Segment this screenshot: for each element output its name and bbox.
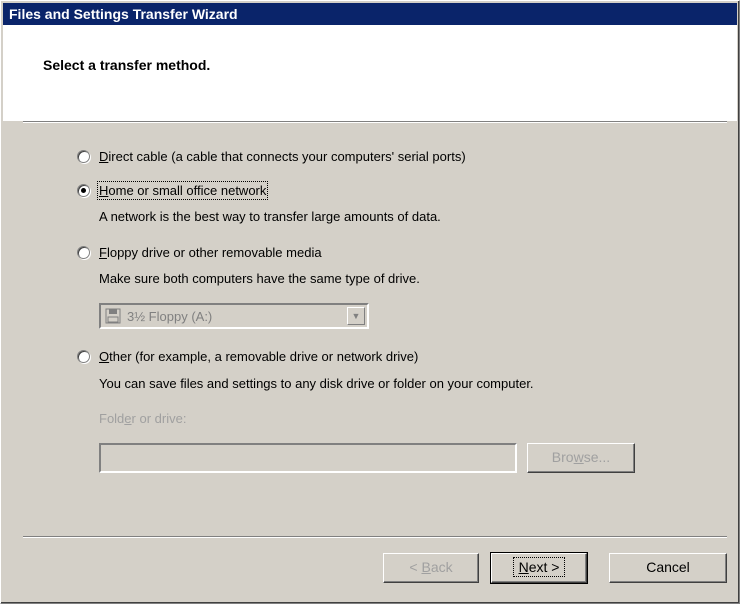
footer-divider <box>23 536 727 538</box>
radio-label[interactable]: Home or small office network <box>96 181 269 200</box>
title-bar: Files and Settings Transfer Wizard <box>3 3 737 25</box>
page-title: Select a transfer method. <box>43 57 211 73</box>
header-divider <box>23 121 727 123</box>
radio-label[interactable]: Floppy drive or other removable media <box>99 245 322 260</box>
folder-input[interactable] <box>99 443 517 473</box>
cancel-button[interactable]: Cancel <box>609 553 727 583</box>
radio-button[interactable] <box>77 246 90 259</box>
chevron-down-icon[interactable]: ▼ <box>347 307 365 325</box>
option-description: You can save files and settings to any d… <box>99 376 534 391</box>
browse-button[interactable]: Browse... <box>527 443 635 473</box>
radio-label[interactable]: Other (for example, a removable drive or… <box>99 349 418 364</box>
drive-select[interactable]: 3½ Floppy (A:) ▼ <box>99 303 369 329</box>
drive-select-value: 3½ Floppy (A:) <box>127 309 213 324</box>
folder-label: Folder or drive: <box>99 411 187 426</box>
wizard-header: Select a transfer method. <box>3 25 737 121</box>
radio-button-selected[interactable] <box>77 184 90 197</box>
option-description: Make sure both computers have the same t… <box>99 271 420 286</box>
wizard-window: Files and Settings Transfer Wizard Selec… <box>0 0 740 604</box>
back-button[interactable]: < Back <box>383 553 479 583</box>
option-description: A network is the best way to transfer la… <box>99 209 441 224</box>
radio-label[interactable]: Direct cable (a cable that connects your… <box>99 149 466 164</box>
next-button[interactable]: Next > <box>490 552 588 584</box>
floppy-disk-icon <box>105 308 121 324</box>
radio-button[interactable] <box>77 350 90 363</box>
radio-button[interactable] <box>77 150 90 163</box>
